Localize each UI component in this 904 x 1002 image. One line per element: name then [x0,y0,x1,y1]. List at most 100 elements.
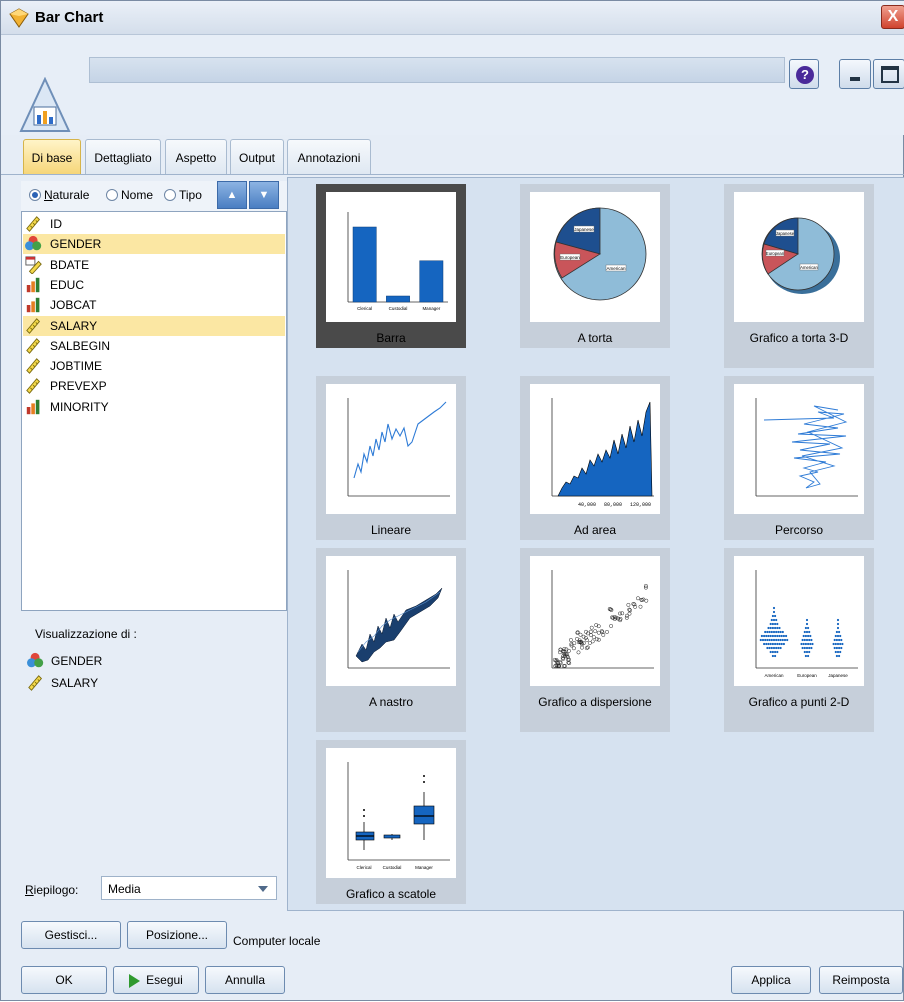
cancel-button[interactable]: Annulla [205,966,285,994]
scatter-point [627,607,632,612]
manage-button[interactable]: Gestisci... [21,921,121,949]
dot-marker [808,630,811,634]
dot-marker [767,626,770,630]
radio-nome-label[interactable]: Nome [121,188,153,202]
ruler-continuous-icon [26,216,41,232]
tab-dettagliato[interactable]: Dettagliato [85,139,161,174]
dot-marker [763,634,766,638]
chart-card-a-nastro[interactable]: A nastro [316,548,466,732]
dot-marker [840,646,843,650]
radio-tipo[interactable] [164,189,176,201]
scatter-point [580,645,584,650]
dot-marker [800,642,803,646]
dot-marker [805,618,809,622]
dot-marker [807,626,810,630]
dot-marker [783,638,787,642]
field-row[interactable]: PREVEXP [23,376,285,396]
category-label: Clerical [356,865,371,870]
bar [419,260,444,303]
field-row[interactable]: ID [23,214,285,234]
field-row[interactable]: SALBEGIN [23,336,285,356]
chart-card-a-torta[interactable]: Japanese European American A torta [520,184,670,348]
scatter-point [576,650,581,655]
run-button[interactable]: Esegui [113,966,199,994]
chart-card-punti-2d[interactable]: American European Japanese Grafico a pun… [724,548,874,732]
chart-card-percorso[interactable]: Percorso [724,376,874,540]
dot-plot-thumbnail: American European Japanese [734,556,864,686]
dot-marker [805,646,809,650]
ok-button[interactable]: OK [21,966,107,994]
field-row[interactable]: JOBTIME [23,356,285,376]
field-row[interactable]: EDUC [23,275,285,295]
bar-chart-thumbnail: Clerical Custodial Manager [326,192,456,322]
path-chart-thumbnail [734,384,864,514]
dot-marker [834,642,837,646]
tab-di-base[interactable]: Di base [23,139,81,174]
summary-dropdown[interactable]: Media [101,876,277,900]
chart-card-torta-3d[interactable]: Japanese European American Grafico a tor… [724,184,874,368]
tab-output[interactable]: Output [230,139,284,174]
category-label: Manager [415,865,433,870]
ruler-continuous-icon [26,358,41,374]
sort-ascending-button[interactable]: ▲ [217,181,247,209]
radio-naturale[interactable] [29,189,41,201]
field-name: BDATE [50,257,90,272]
nominal-venn-icon [27,652,44,668]
tab-annotazioni[interactable]: Annotazioni [287,139,371,174]
radio-tipo-label[interactable]: Tipo [179,188,202,202]
radio-naturale-label[interactable]: Naturale [44,188,89,202]
dot-marker [839,650,842,654]
chart-card-label: Grafico a scatole [345,887,437,901]
tab-aspetto[interactable]: Aspetto [165,139,227,174]
radio-nome[interactable] [106,189,118,201]
dot-marker [781,630,784,634]
dot-marker [772,638,776,642]
dot-marker [772,646,776,650]
chart-card-lineare[interactable]: Lineare [316,376,466,540]
chart-card-ad-area[interactable]: 40,000 80,000 120,000 Ad area [520,376,670,540]
dot-marker [778,626,781,630]
node-name-field[interactable] [89,57,785,83]
dot-marker [779,630,782,634]
ruler-continuous-icon [26,378,41,395]
node-header: ? [1,35,904,135]
summary-label: Riepilogo: [25,883,79,897]
field-name: EDUC [50,277,85,292]
field-row[interactable]: BDATE [23,255,285,275]
dot-marker [786,638,789,642]
maximize-button[interactable] [873,59,904,89]
dot-marker [838,654,841,658]
dot-marker [774,654,777,658]
field-row[interactable]: MINORITY [23,397,285,417]
field-row[interactable]: JOBCAT [23,295,285,315]
dot-marker [808,646,811,650]
field-row[interactable]: GENDER [23,234,285,255]
sort-ascending-icon: ▲ [226,189,238,201]
dot-marker [760,634,763,638]
minimize-button[interactable] [839,59,871,89]
chart-card-scatole[interactable]: Clerical Custodial Manager Grafico a sca… [316,740,466,904]
sort-descending-button[interactable]: ▼ [249,181,279,209]
chart-card-dispersione[interactable]: Grafico a dispersione [520,548,670,732]
close-button[interactable]: X [881,5,904,29]
help-button[interactable]: ? [789,59,819,89]
chart-card-barra[interactable]: Clerical Custodial Manager Barra [316,184,466,348]
dot-marker [835,638,838,642]
ruler-continuous-icon [26,317,41,334]
field-list[interactable]: ID GENDER BDATE EDUC JOBCAT SALARY SALBEGIN JOB… [21,211,287,611]
apply-button[interactable]: Applica [731,966,811,994]
close-icon: X [887,8,899,25]
field-name: JOBTIME [50,359,103,374]
reset-button[interactable]: Reimposta [819,966,903,994]
dot-marker [761,638,765,642]
dot-marker [836,642,840,646]
scatter-point [628,608,632,613]
position-button[interactable]: Posizione... [127,921,227,949]
dot-marker [838,638,841,642]
dot-marker [769,642,772,646]
dot-marker [807,642,810,646]
field-row[interactable]: SALARY [23,315,285,336]
category-label: Custodial [383,865,402,870]
category-label: Custodial [389,306,408,311]
dot-marker [768,638,771,642]
